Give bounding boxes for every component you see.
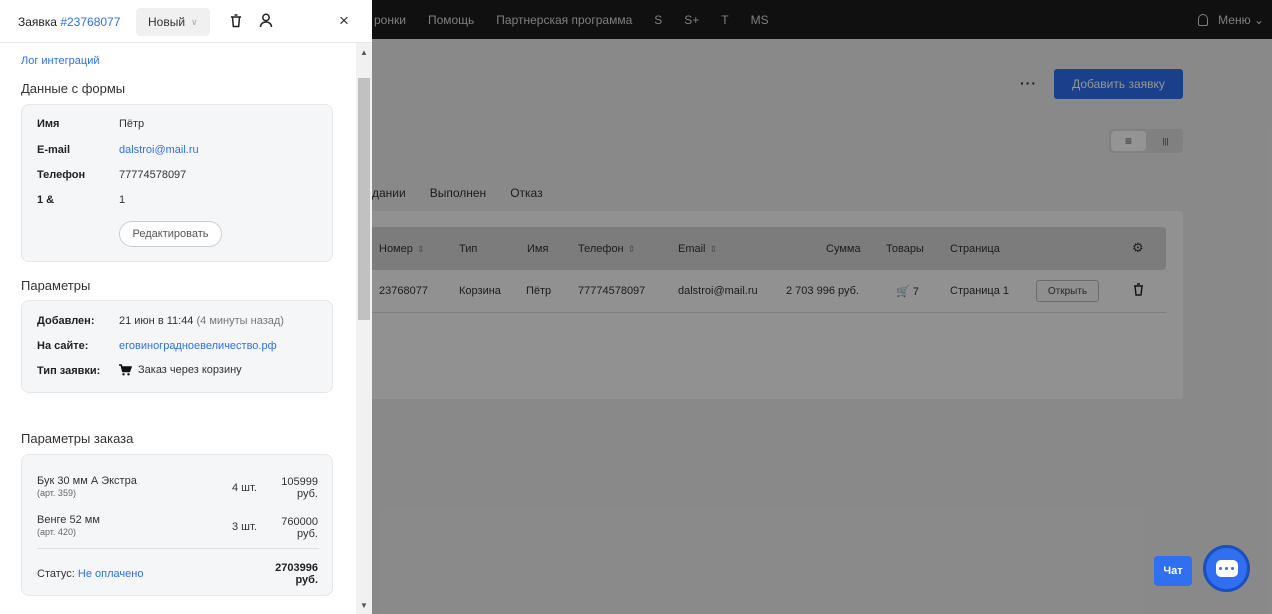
scroll-up-icon[interactable]: ▲ (360, 48, 368, 57)
user-icon[interactable] (259, 13, 273, 28)
field-key-email: E-mail (37, 144, 71, 156)
site-key: На сайте: (37, 340, 89, 352)
order-total-currency: руб. (295, 574, 318, 586)
field-value-custom: 1 (119, 194, 126, 206)
panel-title: Заявка #23768077 (18, 15, 120, 29)
panel-header: Заявка #23768077 Новый ∨ × (0, 0, 372, 43)
item-price: 760000 руб. (281, 516, 318, 540)
order-type-value: Заказ через корзину (119, 364, 242, 376)
item-sku: (арт. 359) (37, 488, 76, 498)
form-data-card: Имя Пётр E-mail dalstroi@mail.ru Телефон… (21, 104, 333, 262)
order-total: 2703996 руб. (275, 562, 318, 586)
item-price-currency: руб. (297, 488, 318, 500)
added-date: 21 июн в 11:44 (119, 315, 194, 327)
close-icon[interactable]: × (337, 12, 351, 29)
field-value-email[interactable]: dalstroi@mail.ru (119, 144, 199, 156)
payment-status-label: Статус: (37, 568, 75, 580)
order-divider (37, 548, 319, 549)
status-select[interactable]: Новый ∨ (136, 8, 210, 36)
item-price-value: 760000 (281, 516, 318, 528)
item-sku: (арт. 420) (37, 527, 76, 537)
order-params-title: Параметры заказа (21, 431, 134, 446)
trash-icon[interactable] (230, 14, 242, 28)
order-params-card: Бук 30 мм А Экстра (арт. 359) 4 шт. 1059… (21, 454, 333, 596)
added-ago: (4 минуты назад) (196, 315, 284, 327)
params-card: Добавлен: 21 июн в 11:44 (4 минуты назад… (21, 300, 333, 393)
field-value-name: Пётр (119, 118, 145, 130)
order-id-link[interactable]: #23768077 (60, 15, 120, 29)
field-value-phone: 77774578097 (119, 169, 187, 181)
integration-log-link[interactable]: Лог интеграций (21, 55, 100, 67)
chat-bubble-button[interactable] (1203, 545, 1250, 592)
order-type-key: Тип заявки: (37, 365, 101, 377)
item-name: Бук 30 мм А Экстра (37, 475, 137, 487)
item-qty: 4 шт. (232, 482, 257, 494)
status-value: Новый (148, 15, 186, 29)
cart-icon (119, 364, 132, 376)
edit-button[interactable]: Редактировать (119, 221, 222, 247)
field-key-custom: 1 & (37, 194, 55, 206)
field-key-phone: Телефон (37, 169, 86, 181)
chat-button[interactable]: Чат (1154, 556, 1192, 586)
site-link[interactable]: еговиноградноевеличество.рф (119, 340, 277, 352)
panel-scrollbar[interactable]: ▲ ▼ (356, 43, 372, 614)
item-price-currency: руб. (297, 528, 318, 540)
item-qty: 3 шт. (232, 521, 257, 533)
params-title: Параметры (21, 278, 91, 293)
added-key: Добавлен: (37, 315, 95, 327)
order-type-text: Заказ через корзину (138, 364, 242, 376)
field-key-name: Имя (37, 118, 60, 130)
scrollbar-thumb[interactable] (358, 78, 370, 320)
panel-content: Лог интеграций Данные с формы Имя Пётр E… (0, 43, 356, 614)
item-name: Венге 52 мм (37, 514, 100, 526)
chevron-down-icon: ∨ (191, 16, 198, 27)
payment-status-link[interactable]: Не оплачено (78, 568, 144, 580)
scroll-down-icon[interactable]: ▼ (360, 601, 368, 610)
added-value: 21 июн в 11:44 (4 минуты назад) (119, 315, 284, 327)
item-price-value: 105999 (281, 476, 318, 488)
payment-status: Статус: Не оплачено (37, 568, 143, 580)
panel-title-prefix: Заявка (18, 15, 61, 29)
item-price: 105999 руб. (281, 476, 318, 500)
order-side-panel: Заявка #23768077 Новый ∨ × Лог интеграций… (0, 0, 372, 614)
order-total-value: 2703996 (275, 562, 318, 574)
chat-bubble-icon (1215, 560, 1238, 577)
form-data-title: Данные с формы (21, 81, 126, 96)
